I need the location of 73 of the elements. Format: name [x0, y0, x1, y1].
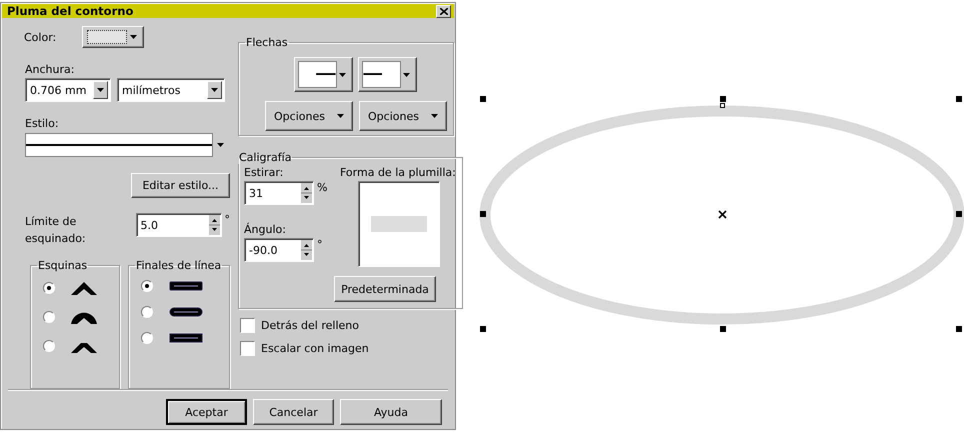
- field-label: Estirar:: [244, 166, 284, 179]
- selection-handle[interactable]: [480, 326, 486, 332]
- caret-icon: [431, 114, 438, 118]
- field-label: Anchura:: [24, 63, 76, 76]
- unit-label: %: [317, 181, 328, 194]
- group-title: Esquinas: [37, 259, 88, 272]
- spinner-arrows-icon[interactable]: [301, 183, 312, 203]
- line-end-icon: [168, 307, 203, 317]
- caret-icon: [216, 143, 224, 147]
- group-title: Caligrafía: [238, 151, 292, 164]
- selection-handle[interactable]: [720, 326, 726, 332]
- field-value: 31: [249, 186, 263, 200]
- radio-button[interactable]: [43, 340, 55, 352]
- field-value: 5.0: [140, 218, 158, 232]
- selection-handle[interactable]: [956, 96, 962, 102]
- field-label: Ángulo:: [244, 223, 287, 236]
- spinner-arrows-icon[interactable]: [208, 215, 220, 235]
- line-sample-icon: [26, 143, 212, 147]
- caret-icon: [337, 114, 344, 118]
- default-button[interactable]: Predeterminada: [334, 276, 436, 302]
- caret-icon: [211, 88, 218, 92]
- nib-shape-icon: [371, 216, 427, 232]
- checkbox[interactable]: [240, 318, 255, 333]
- caret-icon: [97, 88, 104, 92]
- radio-button[interactable]: [140, 332, 153, 344]
- checkbox-label: Escalar con imagen: [261, 342, 369, 355]
- color-picker-button[interactable]: [82, 26, 144, 48]
- caret-icon: [402, 72, 410, 76]
- edit-style-button[interactable]: Editar estilo...: [131, 173, 230, 198]
- options-button[interactable]: Opciones: [265, 101, 353, 131]
- number-field[interactable]: 5.0: [136, 213, 222, 237]
- close-icon: [440, 8, 448, 14]
- selection-handle[interactable]: [956, 211, 962, 217]
- field-label: Color:: [24, 30, 56, 44]
- rotation-node-icon[interactable]: [720, 103, 725, 108]
- number-field[interactable]: 31: [244, 181, 314, 205]
- group-title: Finales de línea: [134, 259, 222, 272]
- selection-handle[interactable]: [720, 96, 726, 102]
- end-arrow-button[interactable]: [358, 57, 416, 92]
- spinner-arrows-icon[interactable]: [301, 240, 312, 260]
- unit-label: °: [317, 238, 322, 251]
- field-label: Estilo:: [24, 117, 60, 130]
- width-combo-box[interactable]: 0.706 mm: [25, 78, 111, 102]
- group-title: Flechas: [245, 36, 289, 49]
- radio-button[interactable]: [140, 306, 153, 318]
- field-value: -90.0: [249, 244, 278, 256]
- options-button[interactable]: Opciones: [359, 101, 447, 131]
- close-button[interactable]: [436, 4, 451, 18]
- field-label: Forma de la plumilla:: [340, 166, 456, 179]
- dialog-button[interactable]: Aceptar: [166, 399, 247, 425]
- start-arrow-button[interactable]: [294, 57, 352, 92]
- selection-handle[interactable]: [956, 326, 962, 332]
- caret-icon: [130, 35, 138, 39]
- selection-handle[interactable]: [480, 96, 486, 102]
- units-combo-box[interactable]: milímetros: [117, 78, 225, 102]
- caret-icon: [338, 72, 346, 76]
- line-end-icon: [168, 281, 203, 291]
- radio-button[interactable]: [43, 310, 55, 322]
- color-swatch: [87, 30, 128, 44]
- unit-label: °: [224, 213, 230, 226]
- selection-handle[interactable]: [480, 211, 486, 217]
- window-title: Pluma del contorno: [7, 4, 134, 18]
- number-field[interactable]: -90.0: [244, 238, 314, 262]
- field-label: Límite de esquinado:: [25, 214, 87, 247]
- dialog-button[interactable]: Ayuda: [340, 399, 442, 425]
- line-end-icon: [168, 333, 203, 343]
- radio-button[interactable]: [43, 282, 55, 294]
- checkbox-label: Detrás del relleno: [261, 319, 359, 332]
- checkbox[interactable]: [240, 341, 255, 356]
- corner-icon: [71, 280, 97, 295]
- center-cross-icon: [718, 210, 727, 219]
- dialog-button[interactable]: Cancelar: [253, 399, 334, 425]
- radio-button[interactable]: [140, 280, 153, 292]
